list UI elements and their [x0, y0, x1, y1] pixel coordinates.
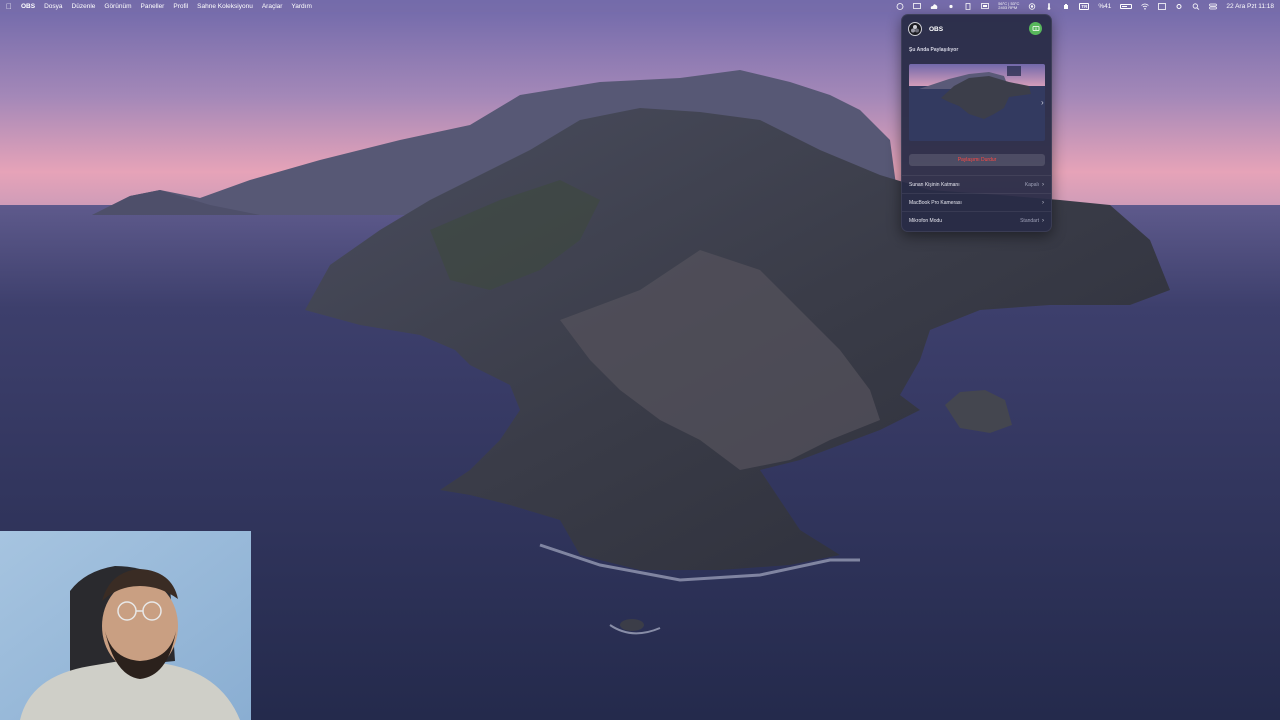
chevron-right-icon[interactable]: ›	[1041, 98, 1044, 107]
presenter-overlay-label: Sunan Kişinin Katmanı	[909, 181, 960, 188]
cloud-icon[interactable]	[930, 3, 938, 10]
script-icon[interactable]	[964, 2, 972, 10]
screen-share-toggle-button[interactable]	[1029, 22, 1042, 35]
presenter-overlay-row[interactable]: Sunan Kişinin Katmanı Kapalı ›	[902, 175, 1051, 193]
menu-item-profil[interactable]: Profil	[173, 3, 188, 10]
input-source-badge[interactable]: TR	[1079, 2, 1090, 10]
presenter-overlay-value: Kapalı	[1024, 181, 1039, 188]
popover-header: OBS	[908, 21, 1045, 37]
stop-sharing-button[interactable]: Paylaşımı Durdur	[909, 154, 1045, 166]
wifi-icon[interactable]	[1141, 3, 1150, 10]
menu-item-paneller[interactable]: Paneller	[141, 3, 165, 10]
menu-item-gorunum[interactable]: Görünüm	[104, 3, 131, 10]
record-icon[interactable]	[1028, 2, 1036, 10]
mic-mode-label: Mikrofon Modu	[909, 217, 943, 224]
apple-icon[interactable]: 	[6, 2, 12, 11]
search-icon[interactable]	[1192, 2, 1200, 10]
screen-sharing-icon[interactable]	[896, 2, 904, 10]
currently-sharing-label: Şu Anda Paylaşılıyor	[909, 47, 959, 53]
popover-app-title: OBS	[929, 25, 944, 33]
brightness-icon[interactable]	[947, 3, 955, 10]
bracket-icon[interactable]	[1158, 2, 1167, 10]
menu-item-dosya[interactable]: Dosya	[44, 3, 62, 10]
settings-icon[interactable]	[1175, 3, 1183, 10]
chevron-right-icon: ›	[1042, 217, 1044, 224]
screen-sharing-popover: OBS Şu Anda Paylaşılıyor › Paylaşımı Dur…	[901, 14, 1052, 232]
display-icon[interactable]	[981, 2, 990, 10]
menu-item-duzenle[interactable]: Düzenle	[72, 3, 96, 10]
battery-icon[interactable]	[1120, 3, 1133, 9]
monitor-icon[interactable]	[913, 2, 922, 10]
menu-bar-left:  OBS Dosya Düzenle Görünüm Paneller Pro…	[6, 2, 312, 11]
mic-mode-row[interactable]: Mikrofon Modu Standart ›	[902, 211, 1051, 229]
menu-item-araclar[interactable]: Araçlar	[262, 3, 283, 10]
battery-percent: %41	[1098, 2, 1112, 10]
thermometer-icon[interactable]	[1045, 2, 1053, 10]
shared-screen-preview[interactable]	[909, 64, 1045, 141]
sharing-options-list: Sunan Kişinin Katmanı Kapalı › MacBook Pr…	[902, 175, 1051, 229]
chevron-right-icon: ›	[1042, 181, 1044, 188]
camera-label: MacBook Pro Kamerası	[909, 199, 962, 206]
chevron-right-icon: ›	[1042, 199, 1044, 206]
camera-row[interactable]: MacBook Pro Kamerası ›	[902, 193, 1051, 211]
hand-icon[interactable]	[1062, 3, 1070, 10]
webcam-overlay	[0, 531, 251, 720]
obs-logo-icon	[908, 22, 922, 36]
menu-item-sahne-koleksiyonu[interactable]: Sahne Koleksiyonu	[197, 3, 253, 10]
menu-app-name[interactable]: OBS	[21, 3, 35, 10]
sensor-readout[interactable]: 56°C | 53°C 2403 RPM	[998, 2, 1019, 10]
sensor-fan-rpm: 2403 RPM	[998, 5, 1018, 10]
control-center-icon[interactable]	[1209, 3, 1218, 10]
mic-mode-value: Standart	[1020, 217, 1039, 224]
menu-datetime[interactable]: 22 Ara Pzt 11:18	[1226, 3, 1274, 10]
menu-item-yardim[interactable]: Yardım	[291, 3, 311, 10]
menu-bar-status: 56°C | 53°C 2403 RPM TR %41 22 Ara Pzt 1…	[896, 2, 1274, 10]
menu-bar:  OBS Dosya Düzenle Görünüm Paneller Pro…	[0, 0, 1280, 12]
